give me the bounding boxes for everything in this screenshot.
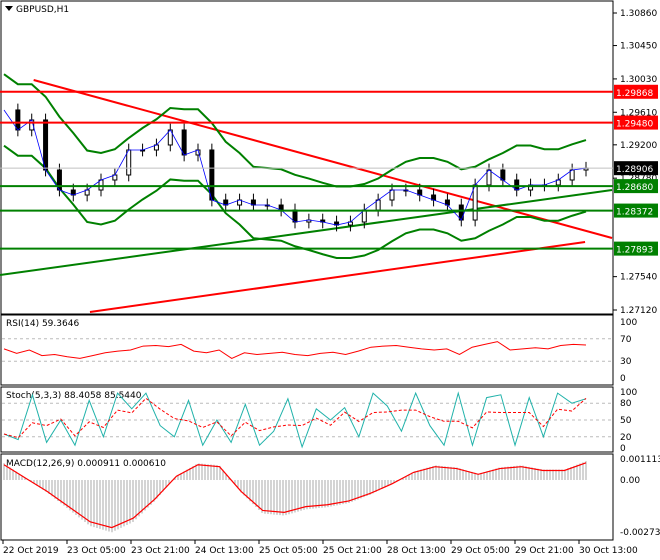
candle [181, 129, 187, 156]
candle [126, 149, 132, 176]
candle [458, 204, 464, 221]
rsi-label: RSI(14) 59.3646 [6, 319, 79, 329]
chart-window[interactable]: GBPUSD,H1 RSI(14) 59.3646 Stoch(5,3,3) 8… [0, 0, 660, 560]
rsi-axis-label: 100 [620, 318, 637, 328]
symbol-title: GBPUSD,H1 [16, 5, 69, 15]
level-badge-label: 1.28680 [616, 183, 653, 193]
time-axis-label: 30 Oct 13:00 [579, 546, 638, 556]
macd-axis-label: 0.00 [620, 476, 640, 486]
time-axis-label: 25 Oct 05:00 [259, 546, 318, 556]
stoch-signal-line [3, 397, 587, 439]
level-badge-label: 1.29868 [616, 89, 653, 99]
stoch-axis-label: 100 [620, 388, 637, 398]
macd-label: MACD(12,26,9) 0.000911 0.000610 [6, 459, 166, 469]
time-axis-label: 25 Oct 21:00 [323, 546, 382, 556]
candle [15, 109, 21, 131]
time-axis-label: 23 Oct 21:00 [131, 546, 190, 556]
rsi-axis-label: 70 [620, 335, 632, 345]
rsi-axis-label: 0 [620, 374, 626, 384]
main-panel [0, 0, 614, 315]
level-badge-label: 1.28372 [616, 208, 653, 218]
time-axis-label: 28 Oct 13:00 [387, 546, 446, 556]
rsi-panel [0, 314, 614, 386]
candle [361, 209, 367, 223]
candle [43, 119, 49, 171]
stoch-axis-label: 20 [620, 433, 632, 443]
candle [292, 209, 298, 223]
stoch-axis-label: 0 [620, 444, 626, 454]
price-axis-label: 1.27540 [620, 273, 657, 283]
rsi-line [3, 341, 587, 359]
trendline [0, 189, 613, 276]
candle [486, 169, 492, 186]
stoch-axis-label: 80 [620, 399, 632, 409]
time-axis-label: 29 Oct 05:00 [451, 546, 510, 556]
time-axis-label: 29 Oct 21:00 [515, 546, 574, 556]
stoch-axis-label: 50 [620, 416, 632, 426]
price-axis-label: 1.27120 [620, 306, 657, 316]
bollinger-lower [3, 144, 587, 260]
macd-axis-label: 0.001113 [620, 455, 660, 465]
stoch-main-line [3, 391, 587, 449]
price-axis-label: 1.30860 [620, 9, 657, 19]
level-badge-label: 1.27893 [616, 246, 653, 256]
stoch-label: Stoch(5,3,3) 88.4058 85.5440 [6, 391, 142, 401]
current-price-label: 1.28906 [616, 165, 653, 175]
time-axis-label: 24 Oct 13:00 [195, 546, 254, 556]
candle [472, 184, 478, 221]
time-axis-label: 23 Oct 05:00 [67, 546, 126, 556]
dropdown-triangle-icon[interactable] [5, 6, 13, 11]
macd-axis-label: -0.002732 [620, 528, 660, 538]
level-badge-label: 1.29480 [616, 120, 653, 130]
price-axis-label: 1.30450 [620, 42, 657, 52]
price-axis-label: 1.30030 [620, 75, 657, 85]
rsi-axis-label: 30 [620, 357, 632, 367]
price-axis-label: 1.29200 [620, 141, 657, 151]
chart-canvas[interactable]: GBPUSD,H1 RSI(14) 59.3646 Stoch(5,3,3) 8… [0, 0, 660, 560]
time-axis-label: 22 Oct 2019 [3, 546, 59, 556]
candle [209, 149, 215, 201]
